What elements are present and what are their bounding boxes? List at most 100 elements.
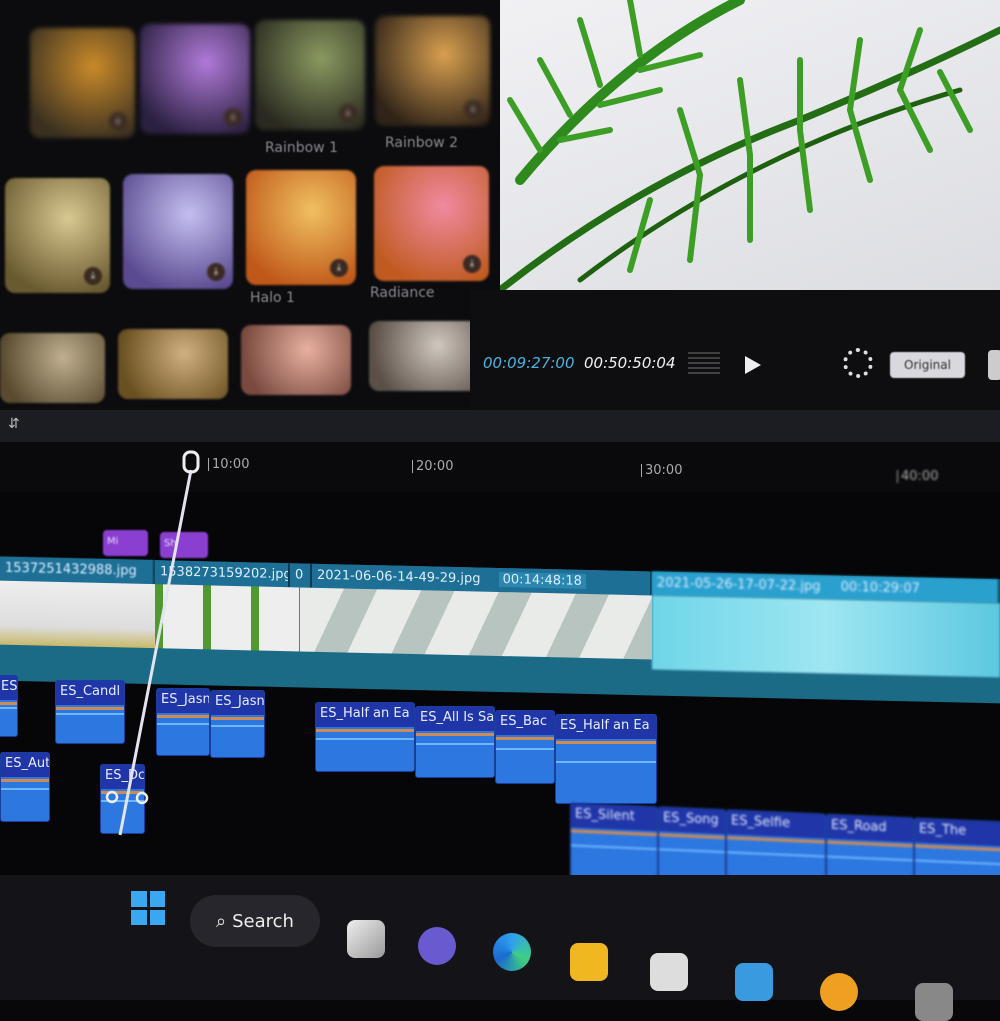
audio-waveform [571, 843, 657, 850]
download-icon[interactable]: ⤓ [224, 108, 242, 126]
effect-thumbnail[interactable] [118, 329, 228, 399]
clip-name: 2021-06-06-14-49-29.jpg [317, 567, 481, 587]
audio-waveform [101, 800, 144, 803]
video-clip[interactable]: 0 [290, 563, 312, 588]
effects-panel: ⤓ ⤓ ⤓ Rainbow 1 ⤓ Rainbow 2 ⤓ ⤓ ⤓ Halo 1 ⤓ Radiance [0, 0, 500, 410]
timeline-tracks: Mi Sh 1537251432988.jpg 1538273159202.jp… [0, 492, 1000, 902]
audio-clip-name: ES_Half an Ea [316, 703, 414, 727]
edge-icon[interactable] [493, 933, 531, 971]
effect-thumbnail[interactable]: ⤓ [5, 178, 110, 293]
download-icon[interactable]: ⤓ [463, 255, 481, 273]
audio-waveform [316, 738, 414, 741]
video-preview [500, 0, 1000, 290]
download-icon[interactable]: ⤓ [84, 267, 102, 285]
audio-clip[interactable]: ES_Silent [570, 802, 658, 887]
audio-clip[interactable]: ES_Lu [0, 675, 18, 737]
current-timecode: 00:09:27:00 [483, 354, 575, 372]
effect-thumbnail[interactable] [241, 325, 351, 395]
ruler-tick: 40:00 [897, 470, 938, 483]
audio-clip[interactable]: ES_Dc [100, 764, 145, 834]
effect-thumbnail[interactable] [0, 333, 105, 403]
video-clip[interactable]: 1537251432988.jpg [0, 556, 155, 585]
clip-thumbnail [300, 587, 652, 660]
search-box[interactable]: ⌕ Search [190, 895, 320, 947]
audio-waveform [211, 717, 264, 720]
audio-waveform [316, 729, 414, 732]
audio-clip[interactable]: ES_Half an Ea [315, 702, 415, 772]
player-controls: 00:09:27:00 00:50:50:04 Original [470, 290, 1000, 410]
audio-clip-name: ES_Jasn [157, 689, 209, 713]
effect-thumbnail[interactable] [369, 321, 484, 391]
total-timecode: 00:50:50:04 [584, 354, 676, 372]
audio-clip-name: ES_Jasn [211, 691, 264, 715]
audio-clip[interactable]: ES_All Is Sa [415, 706, 495, 778]
play-icon[interactable] [745, 356, 761, 374]
audio-waveform [556, 760, 656, 763]
task-view-icon[interactable] [347, 920, 385, 958]
effect-clip[interactable]: Sh [160, 532, 208, 558]
audio-waveform [727, 850, 825, 858]
audio-waveform [416, 743, 494, 746]
clip-thumbnail [652, 595, 1000, 678]
audio-clip[interactable]: ES_Jasn [156, 688, 210, 756]
effect-thumbnail[interactable]: ⤓ [374, 166, 489, 281]
audio-waveform [101, 791, 144, 794]
audio-waveform [659, 847, 725, 853]
chat-icon[interactable] [418, 927, 456, 965]
audio-clip-name: ES_Aut [1, 753, 49, 777]
effect-label: Rainbow 2 [385, 135, 459, 151]
effect-label: Halo 1 [250, 290, 295, 306]
effect-clip[interactable]: Mi [103, 530, 148, 556]
settings-icon[interactable] [988, 350, 1000, 380]
tool-icon[interactable]: ⇵ [8, 416, 20, 432]
audio-clip[interactable]: ES_Jasn [210, 690, 265, 758]
audio-waveform [0, 707, 17, 710]
effect-thumbnail[interactable]: ⤓ [375, 16, 490, 126]
download-icon[interactable]: ⤓ [207, 263, 225, 281]
audio-clip-name: ES_Lu [0, 676, 17, 700]
download-icon[interactable]: ⤓ [330, 259, 348, 277]
effect-thumbnail[interactable]: ⤓ [140, 24, 250, 134]
ruler-tick: 10:00 [208, 458, 249, 471]
file-explorer-icon[interactable] [570, 943, 608, 981]
audio-clip-name: ES_The [915, 818, 1000, 847]
audio-waveform [1, 779, 49, 782]
audio-clip-name: ES_Dc [101, 765, 144, 789]
clip-thumbnail [0, 580, 155, 649]
effect-thumbnail[interactable]: ⤓ [255, 20, 365, 130]
audio-waveform [659, 833, 725, 840]
app-icon-2[interactable] [915, 983, 953, 1021]
video-clip[interactable]: 1538273159202.jpg [155, 560, 290, 588]
effect-thumbnail[interactable]: ⤓ [246, 170, 356, 285]
clip-thumbnail [155, 584, 300, 652]
download-icon[interactable]: ⤓ [339, 104, 357, 122]
audio-waveform [1, 788, 49, 791]
audio-clip[interactable]: ES_Aut [0, 752, 50, 822]
audio-clip-name: ES_Road [827, 814, 913, 843]
audio-waveform [157, 723, 209, 726]
download-icon[interactable]: ⤓ [109, 112, 127, 130]
audio-waveform [56, 713, 124, 716]
effect-thumbnail[interactable]: ⤓ [30, 28, 135, 138]
timeline-ruler[interactable]: 10:00 20:00 30:00 40:00 [0, 442, 1000, 492]
audio-clip[interactable]: ES_Candl [55, 680, 125, 744]
audio-clip-name: ES_Selfie [727, 810, 825, 839]
audio-clip[interactable]: ES_Bac [495, 710, 555, 784]
audio-clip[interactable]: ES_Half an Ea [555, 714, 657, 804]
clip-name: 2021-05-26-17-07-22.jpg [657, 575, 821, 595]
download-icon[interactable]: ⤓ [464, 100, 482, 118]
palm-leaf-image [500, 0, 1000, 290]
windows-start-icon[interactable] [131, 891, 165, 925]
effect-label: Rainbow 1 [265, 140, 339, 156]
store-icon[interactable] [735, 963, 773, 1001]
audio-waveform [556, 741, 656, 744]
audio-waveform [915, 859, 1000, 866]
grid-icon[interactable] [688, 352, 720, 376]
effect-thumbnail[interactable]: ⤓ [123, 174, 233, 289]
timeline-toolbar: ⇵ [0, 410, 1000, 442]
fullscreen-icon[interactable] [843, 348, 873, 378]
ratio-button[interactable]: Original [890, 352, 965, 378]
app-icon[interactable] [820, 973, 858, 1011]
photos-icon[interactable] [650, 953, 688, 991]
ruler-tick: 30:00 [641, 464, 682, 477]
